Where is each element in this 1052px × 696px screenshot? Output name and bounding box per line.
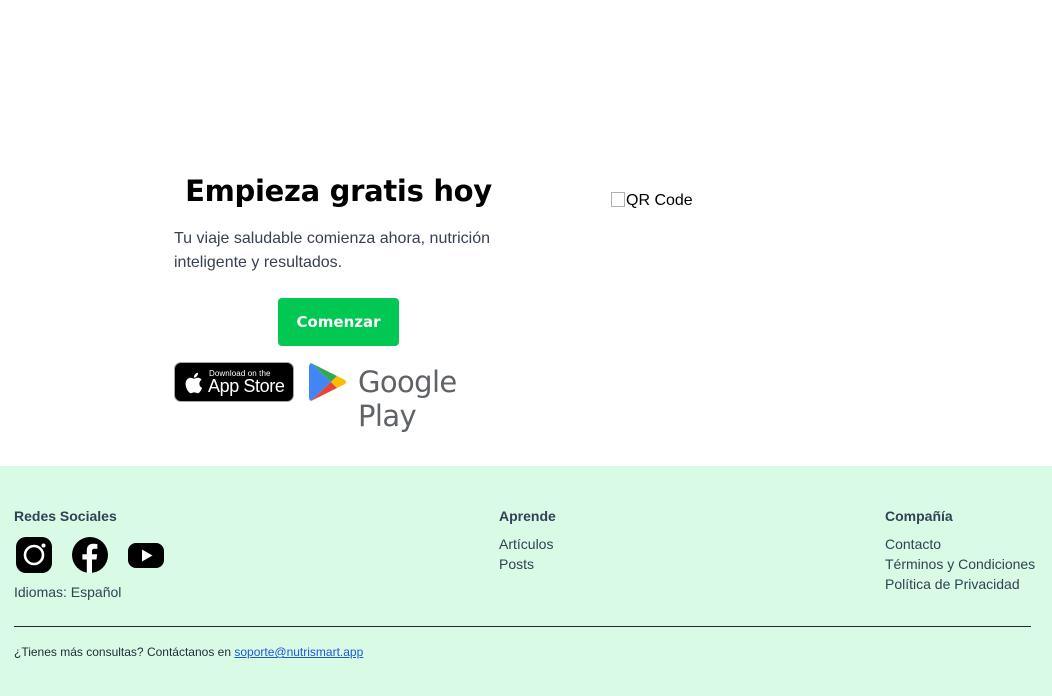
link-posts[interactable]: Posts [499,556,534,572]
broken-image-icon [611,192,625,207]
support-email-link[interactable]: soporte@nutrismart.app [234,645,363,659]
learn-heading: Aprende [499,508,556,524]
google-play-icon [309,363,346,401]
hero-section: Empieza gratis hoy Tu viaje saludable co… [0,0,1052,466]
qr-code-image: QR Code [611,192,693,210]
instagram-icon[interactable] [15,536,53,574]
link-terms[interactable]: Términos y Condiciones [885,556,1035,572]
footer-divider [14,626,1031,627]
social-heading: Redes Sociales [14,508,117,524]
app-store-big-text: App Store [208,376,285,396]
apple-icon [185,372,203,394]
link-privacy[interactable]: Política de Privacidad [885,576,1020,592]
app-store-badge[interactable]: Download on the App Store [174,362,294,402]
hero-description: Tu viaje saludable comienza ahora, nutri… [174,230,491,271]
facebook-icon[interactable] [71,536,109,574]
hero-title: Empieza gratis hoy [185,174,492,208]
qr-alt-text: QR Code [626,192,693,209]
company-heading: Compañía [885,508,953,524]
google-play-badge[interactable]: Google Play [308,360,514,433]
start-button[interactable]: Comenzar [278,298,399,346]
contact-text: ¿Tienes más consultas? Contáctanos en [14,645,232,659]
google-play-text: Google Play [358,365,457,433]
language-label: Idiomas: Español [14,584,122,600]
youtube-icon[interactable] [127,536,165,574]
link-articles[interactable]: Artículos [499,536,553,552]
link-contact[interactable]: Contacto [885,536,941,552]
contact-line: ¿Tienes más consultas? Contáctanos en so… [14,645,363,659]
